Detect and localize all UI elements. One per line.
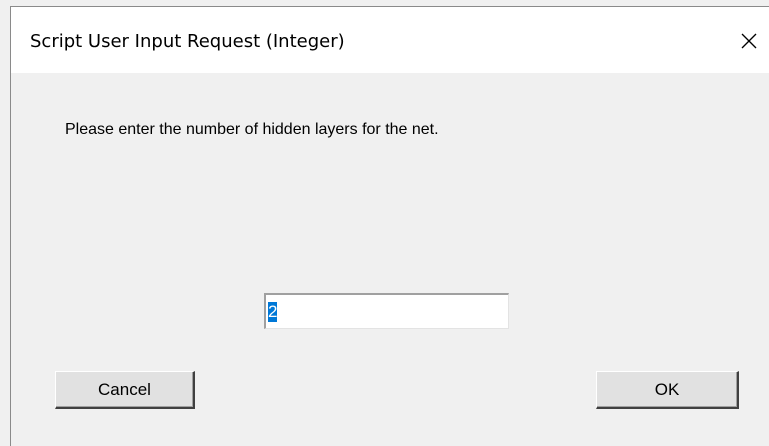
cancel-button[interactable]: Cancel [55,371,195,409]
dialog-title: Script User Input Request (Integer) [30,31,345,52]
integer-input[interactable] [264,293,509,329]
ok-button[interactable]: OK [596,371,739,409]
dialog-window: Script User Input Request (Integer) Plea… [10,6,769,446]
prompt-label: Please enter the number of hidden layers… [65,121,439,138]
close-icon [741,33,757,49]
close-button[interactable] [727,21,769,61]
title-bar: Script User Input Request (Integer) [11,7,769,73]
